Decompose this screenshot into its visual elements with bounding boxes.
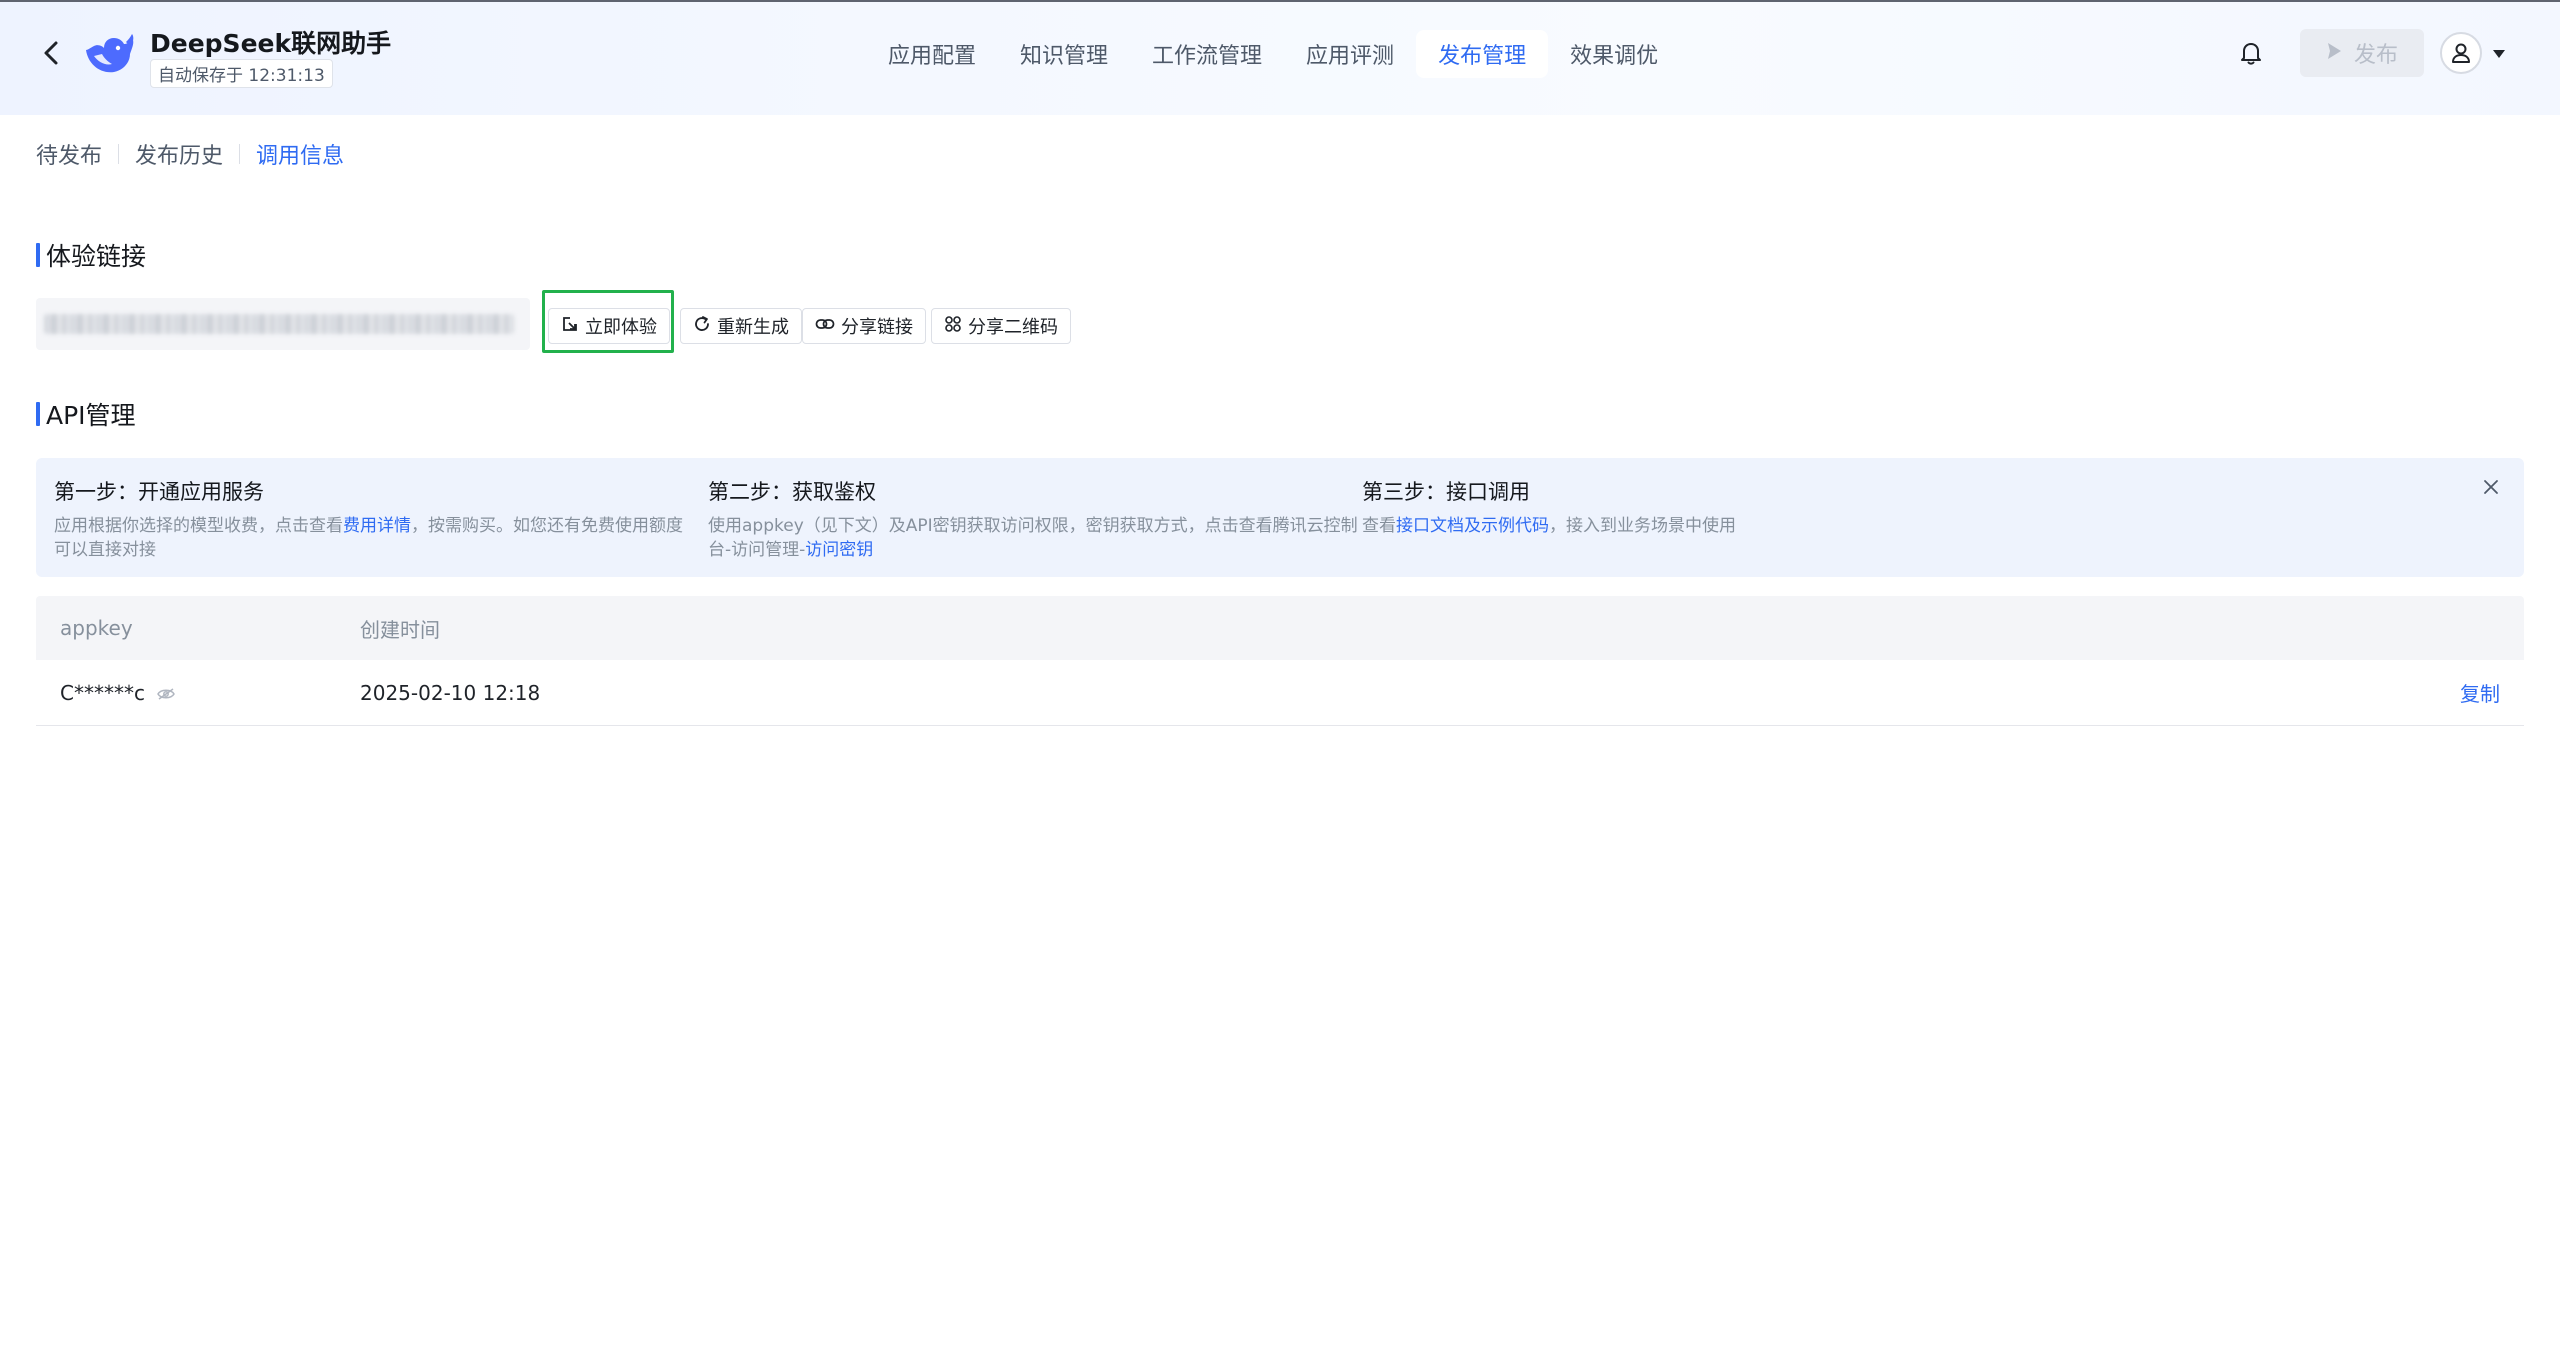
share-link-label: 分享链接 <box>841 317 913 338</box>
created-time-cell: 2025-02-10 12:18 <box>360 680 541 705</box>
column-header-created: 创建时间 <box>360 617 440 642</box>
qr-code-icon <box>944 315 962 338</box>
link-icon <box>815 315 835 338</box>
table-header: appkey 创建时间 <box>36 596 2524 660</box>
column-header-appkey: appkey <box>60 616 133 640</box>
regenerate-label: 重新生成 <box>717 317 789 338</box>
step-3-desc: 查看接口文档及示例代码，接入到业务场景中使用 <box>1362 514 2062 538</box>
back-arrow-icon[interactable] <box>36 38 66 68</box>
step-2-desc: 使用appkey（见下文）及API密钥获取访问权限，密钥获取方式，点击查看腾讯云… <box>708 514 1368 562</box>
caret-down-icon <box>2492 44 2506 63</box>
open-external-icon <box>561 315 579 338</box>
copy-link[interactable]: 复制 <box>2460 678 2500 707</box>
api-steps-banner: 第一步：开通应用服务 应用根据你选择的模型收费，点击查看费用详情，按需购买。如您… <box>36 458 2524 577</box>
user-icon <box>2440 32 2482 74</box>
step-2-title: 第二步：获取鉴权 <box>708 480 876 504</box>
share-link-button[interactable]: 分享链接 <box>802 308 926 344</box>
try-now-button[interactable]: 立即体验 <box>548 308 670 344</box>
section-title-api: API管理 <box>36 396 136 432</box>
publish-button-label: 发布 <box>2353 43 2398 68</box>
step-3: 第三步：接口调用 查看接口文档及示例代码，接入到业务场景中使用 <box>1362 476 2062 538</box>
deepseek-whale-logo <box>80 26 136 82</box>
divider <box>239 144 241 164</box>
step-1-text: 应用根据你选择的模型收费，点击查看 <box>54 516 343 536</box>
appkey-cell: C******c <box>60 680 176 705</box>
share-qr-button[interactable]: 分享二维码 <box>931 308 1071 344</box>
close-icon[interactable] <box>2478 474 2504 500</box>
tab-tuning[interactable]: 效果调优 <box>1548 30 1680 78</box>
tab-app-config[interactable]: 应用配置 <box>866 30 998 78</box>
section-title-experience: 体验链接 <box>36 237 146 273</box>
step-3-title: 第三步：接口调用 <box>1362 480 1530 504</box>
step-2: 第二步：获取鉴权 使用appkey（见下文）及API密钥获取访问权限，密钥获取方… <box>708 476 1368 562</box>
tab-workflow[interactable]: 工作流管理 <box>1130 30 1284 78</box>
app-title: DeepSeek联网助手 <box>150 29 392 58</box>
autosave-status: 自动保存于 12:31:13 <box>150 59 333 88</box>
tab-evaluation[interactable]: 应用评测 <box>1284 30 1416 78</box>
section-accent-bar <box>36 402 40 426</box>
publish-button[interactable]: 发布 <box>2300 29 2424 77</box>
main-nav-tabs: 应用配置 知识管理 工作流管理 应用评测 发布管理 效果调优 <box>866 30 1680 78</box>
fee-details-link[interactable]: 费用详情 <box>343 516 411 536</box>
appkey-value: C******c <box>60 680 145 705</box>
access-key-link[interactable]: 访问密钥 <box>805 540 873 560</box>
step-3-text-after: ，接入到业务场景中使用 <box>1549 516 1736 536</box>
step-3-text: 查看 <box>1362 516 1396 536</box>
experience-link-field[interactable] <box>36 298 530 350</box>
api-docs-link[interactable]: 接口文档及示例代码 <box>1396 516 1549 536</box>
play-icon <box>2326 41 2342 66</box>
experience-title: 体验链接 <box>46 242 147 271</box>
sub-tab-call-info[interactable]: 调用信息 <box>256 138 344 170</box>
sub-tabs: 待发布 发布历史 调用信息 <box>36 138 344 170</box>
top-bar: DeepSeek联网助手 自动保存于 12:31:13 应用配置 知识管理 工作… <box>0 0 2560 115</box>
sub-tab-pending[interactable]: 待发布 <box>36 138 102 170</box>
sub-tab-history[interactable]: 发布历史 <box>135 138 223 170</box>
user-menu[interactable] <box>2440 32 2506 74</box>
appkey-table: appkey 创建时间 C******c 2025-02-10 12:18 复制 <box>36 596 2524 726</box>
try-now-label: 立即体验 <box>585 317 657 338</box>
refresh-icon <box>693 315 711 338</box>
eye-hidden-icon[interactable] <box>157 687 176 701</box>
api-title: API管理 <box>46 401 136 430</box>
tab-publish[interactable]: 发布管理 <box>1416 30 1549 78</box>
tab-knowledge[interactable]: 知识管理 <box>998 30 1130 78</box>
step-1: 第一步：开通应用服务 应用根据你选择的模型收费，点击查看费用详情，按需购买。如您… <box>54 476 684 562</box>
share-qr-label: 分享二维码 <box>968 317 1058 338</box>
step-1-desc: 应用根据你选择的模型收费，点击查看费用详情，按需购买。如您还有免费使用额度可以直… <box>54 514 684 562</box>
section-accent-bar <box>36 243 40 267</box>
regenerate-button[interactable]: 重新生成 <box>680 308 802 344</box>
divider <box>118 144 120 164</box>
blurred-link-text <box>44 314 514 334</box>
table-row: C******c 2025-02-10 12:18 复制 <box>36 660 2524 726</box>
step-1-title: 第一步：开通应用服务 <box>54 480 264 504</box>
bell-icon[interactable] <box>2236 38 2266 68</box>
